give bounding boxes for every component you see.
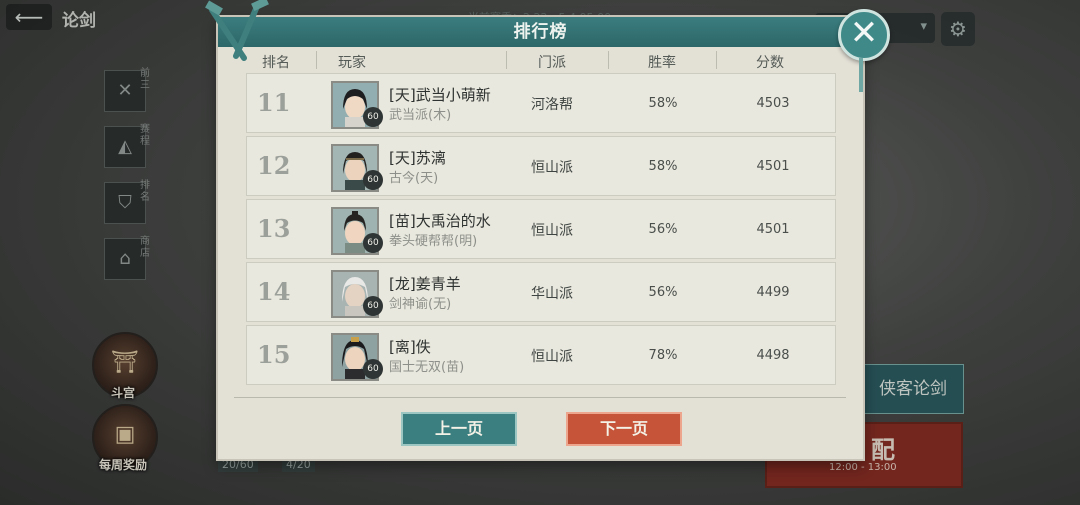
- win-rate: 58%: [648, 159, 678, 174]
- player-name: [苗]大禹治的水: [389, 212, 491, 230]
- level-badge: 60: [363, 107, 383, 127]
- player-server: 武当派(木): [389, 108, 452, 123]
- ranking-row[interactable]: 13 60 [苗]大禹治的水 拳头硬帮帮(明) 恒山派 56% 4501: [246, 199, 836, 259]
- col-rank: 排名: [262, 55, 290, 71]
- prev-page-button[interactable]: 上一页: [401, 412, 517, 446]
- rank-number: 13: [257, 214, 291, 243]
- score: 4498: [756, 348, 790, 363]
- close-icon: ✕: [849, 13, 879, 53]
- next-page-button[interactable]: 下一页: [566, 412, 682, 446]
- dialog-title: 排行榜: [218, 17, 863, 47]
- player-name: [天]苏漓: [389, 149, 446, 167]
- divider: [234, 397, 846, 398]
- win-rate: 56%: [648, 285, 678, 300]
- sect-name: 华山派: [531, 286, 573, 302]
- col-score: 分数: [756, 55, 784, 71]
- score: 4501: [756, 222, 790, 237]
- player-server: 国士无双(苗): [389, 360, 465, 375]
- column-divider: [608, 51, 609, 69]
- player-server: 拳头硬帮帮(明): [389, 234, 478, 249]
- player-name: [天]武当小萌新: [389, 86, 491, 104]
- tassel-decoration: [859, 58, 863, 92]
- rank-number: 14: [257, 277, 291, 306]
- player-server: 古今(天): [389, 171, 439, 186]
- level-badge: 60: [363, 233, 383, 253]
- player-server: 剑神谕(无): [389, 297, 452, 312]
- score: 4503: [756, 96, 790, 111]
- sect-name: 恒山派: [531, 349, 573, 365]
- ranking-row[interactable]: 11 60 [天]武当小萌新 武当派(木) 河洛帮 58% 4503: [246, 73, 836, 133]
- ranking-list[interactable]: 11 60 [天]武当小萌新 武当派(木) 河洛帮 58% 4503 12 60…: [246, 73, 836, 388]
- sect-name: 河洛帮: [531, 97, 573, 113]
- sect-name: 恒山派: [531, 223, 573, 239]
- ranking-row[interactable]: 12 60 [天]苏漓 古今(天) 恒山派 58% 4501: [246, 136, 836, 196]
- col-player: 玩家: [338, 55, 366, 71]
- player-name: [龙]姜青羊: [389, 275, 461, 293]
- rank-number: 11: [257, 88, 291, 117]
- win-rate: 78%: [648, 348, 678, 363]
- win-rate: 56%: [648, 222, 678, 237]
- rank-number: 12: [257, 151, 291, 180]
- col-sect: 门派: [538, 55, 566, 71]
- level-badge: 60: [363, 359, 383, 379]
- player-name: [离]佚: [389, 338, 431, 356]
- ranking-row[interactable]: 14 60 [龙]姜青羊 剑神谕(无) 华山派 56% 4499: [246, 262, 836, 322]
- column-divider: [716, 51, 717, 69]
- score: 4499: [756, 285, 790, 300]
- level-badge: 60: [363, 170, 383, 190]
- sect-name: 恒山派: [531, 160, 573, 176]
- column-headers: 排名 玩家 门派 胜率 分数: [246, 52, 836, 71]
- win-rate: 58%: [648, 96, 678, 111]
- level-badge: 60: [363, 296, 383, 316]
- col-win-rate: 胜率: [648, 55, 676, 71]
- rank-number: 15: [257, 340, 291, 369]
- column-divider: [506, 51, 507, 69]
- ranking-row[interactable]: 15 60 [离]佚 国士无双(苗) 恒山派 78% 4498: [246, 325, 836, 385]
- score: 4501: [756, 159, 790, 174]
- column-divider: [316, 51, 317, 69]
- close-button[interactable]: ✕: [838, 9, 890, 61]
